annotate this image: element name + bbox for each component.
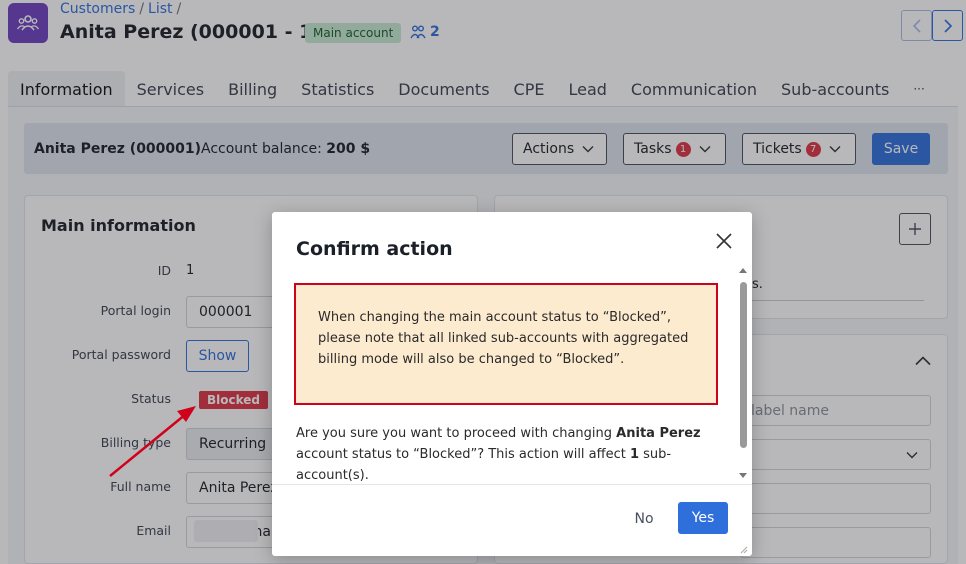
- question-text-2: account status to “Blocked”? This action…: [296, 447, 630, 462]
- resize-grip-icon[interactable]: [738, 544, 748, 554]
- dialog-body: When changing the main account status to…: [272, 270, 740, 484]
- confirm-dialog: Confirm action When changing the main ac…: [272, 212, 752, 556]
- dialog-footer-divider: [272, 484, 752, 485]
- warning-message: When changing the main account status to…: [294, 283, 718, 405]
- question-customer-name: Anita Perez: [616, 426, 701, 441]
- close-icon[interactable]: [715, 232, 733, 250]
- scroll-down-arrow-icon[interactable]: [739, 473, 747, 478]
- yes-button[interactable]: Yes: [678, 502, 728, 534]
- question-subaccount-count: 1: [629, 447, 640, 462]
- dialog-scrollbar[interactable]: [740, 282, 747, 448]
- scroll-up-arrow-icon[interactable]: [739, 268, 747, 273]
- dialog-title: Confirm action: [296, 238, 453, 260]
- question-text-1: Are you sure you want to proceed with ch…: [296, 426, 617, 441]
- confirmation-question: Are you sure you want to proceed with ch…: [296, 423, 716, 484]
- no-button[interactable]: No: [624, 503, 664, 534]
